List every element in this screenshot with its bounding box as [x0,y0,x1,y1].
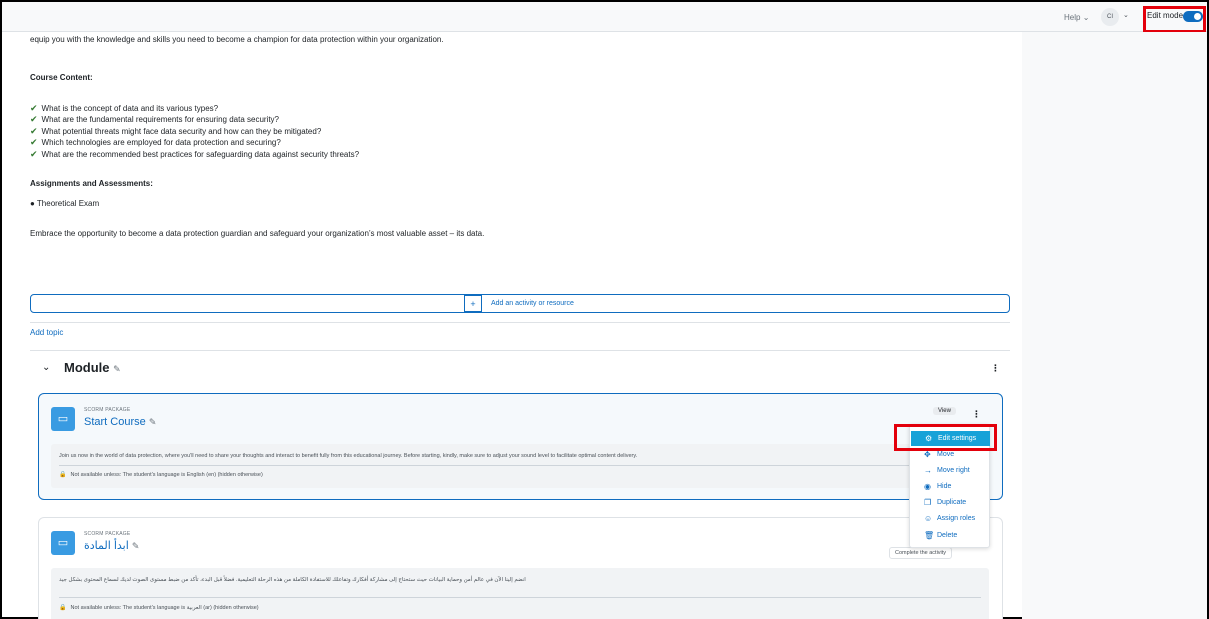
closing-text: Embrace the opportunity to become a data… [30,229,485,238]
assignment-item: ● Theoretical Exam [30,199,100,208]
add-activity-button[interactable]: + Add an activity or resource [30,294,1010,313]
lock-icon: 🔒 [59,472,67,478]
activity-type-label: SCORM PACKAGE [84,407,131,413]
view-button[interactable]: View [933,407,956,415]
course-content: equip you with the knowledge and skills … [12,32,1022,619]
restriction-text: 🔒 Not available unless: The student's lan… [59,605,259,611]
description-text: Join us now in the world of data protect… [59,453,638,459]
checklist-item: ✔ What is the concept of data and its var… [30,103,219,113]
activity-name-link[interactable]: Start Course ✎ [84,416,156,428]
menu-item-duplicate[interactable]: ❐ Duplicate [910,495,991,510]
restriction-text: 🔒 Not available unless: The student's lan… [59,472,263,478]
check-icon: ✔ [30,126,38,136]
move-icon: ✥ [924,450,931,459]
activity-menu-icon[interactable]: ⋮ [972,409,981,420]
chevron-down-icon[interactable]: ⌄ [1123,11,1129,19]
activity-description: انضم إلينا الآن في عالم أمن وحماية البيا… [51,568,989,619]
duplicate-icon: ❐ [924,498,932,507]
right-drawer [1022,32,1207,619]
activity-card: ▭ SCORM PACKAGE ابدأ المادة ✎ Complete t… [38,517,1003,619]
check-icon: ✔ [30,137,38,147]
eye-icon: ◉ [924,482,931,491]
top-navbar: Help ⌄ CI ⌄ Edit mode [2,2,1207,32]
menu-item-move-right[interactable]: → Move right [910,463,991,478]
trash-icon: 🗑 [924,531,935,540]
divider [30,350,1010,351]
menu-item-delete[interactable]: 🗑 Delete [910,528,991,543]
assignments-heading: Assignments and Assessments: [30,179,153,188]
checklist-item: ✔ What potential threats might face data … [30,126,322,136]
avatar[interactable]: CI [1101,8,1119,26]
collapse-chevron-icon[interactable]: ⌄ [42,362,50,373]
pencil-icon[interactable]: ✎ [132,541,140,551]
help-menu[interactable]: Help ⌄ [1064,13,1089,22]
activity-description: Join us now in the world of data protect… [51,444,989,488]
scorm-package-icon: ▭ [51,407,75,431]
course-content-heading: Course Content: [30,73,93,82]
check-icon: ✔ [30,103,38,113]
intro-text: equip you with the knowledge and skills … [30,35,444,44]
arrow-right-icon: → [924,466,932,475]
menu-item-assign-roles[interactable]: ☺ Assign roles [910,511,991,526]
checklist-item: ✔ Which technologies are employed for dat… [30,137,281,147]
user-icon: ☺ [924,514,933,523]
section-title: Module ✎ [64,360,121,375]
completion-badge: Complete the activity [889,547,953,559]
check-icon: ✔ [30,114,38,124]
plus-icon: + [464,295,482,312]
section-menu-icon[interactable]: ⋮ [991,363,1000,374]
help-label: Help [1064,13,1081,22]
pencil-icon[interactable]: ✎ [149,417,157,427]
add-activity-label: Add an activity or resource [491,300,574,307]
menu-item-hide[interactable]: ◉ Hide [910,479,991,494]
highlight-box-edit-mode [1143,6,1206,33]
add-topic-link[interactable]: Add topic [30,328,63,337]
divider [30,322,1010,323]
check-icon: ✔ [30,149,38,159]
lock-icon: 🔒 [59,605,67,611]
highlight-box-edit-settings [894,424,997,451]
checklist-item: ✔ What are the fundamental requirements f… [30,114,280,124]
scorm-package-icon: ▭ [51,531,75,555]
activity-card: ▭ SCORM PACKAGE Start Course ✎ View ⋮ Jo… [38,393,1003,500]
activity-name-link[interactable]: ابدأ المادة ✎ [84,539,139,552]
divider [59,597,981,598]
checklist-item: ✔ What are the recommended best practices… [30,149,360,159]
divider [59,465,981,466]
chevron-down-icon: ⌄ [1082,13,1090,22]
description-text: انضم إلينا الآن في عالم أمن وحماية البيا… [59,577,526,583]
pencil-icon[interactable]: ✎ [113,364,121,374]
activity-type-label: SCORM PACKAGE [84,531,131,537]
